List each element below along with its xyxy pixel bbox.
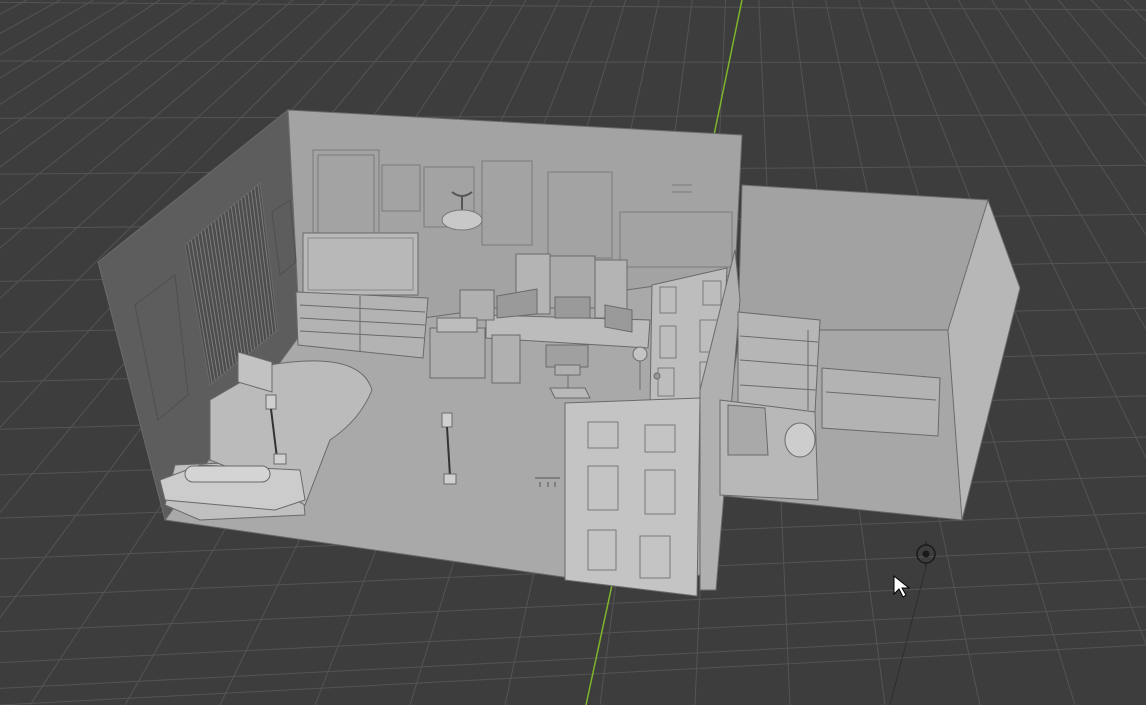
paneled-door-front (564, 397, 701, 597)
mouse-pointer-icon (893, 574, 911, 598)
side-room-back-wall (737, 184, 989, 331)
tv-screen (302, 232, 419, 296)
viewport-canvas[interactable] (0, 0, 1146, 705)
grid-line (0, 1, 1146, 11)
cabinet (821, 367, 941, 437)
light-empty-icon[interactable] (916, 541, 936, 567)
shelf-unit (737, 311, 821, 413)
grid-line (0, 114, 1146, 119)
grid-line (0, 578, 1146, 633)
trash-bin (784, 422, 816, 458)
3d-viewport[interactable] (0, 0, 1146, 705)
grid-line (0, 60, 1146, 64)
